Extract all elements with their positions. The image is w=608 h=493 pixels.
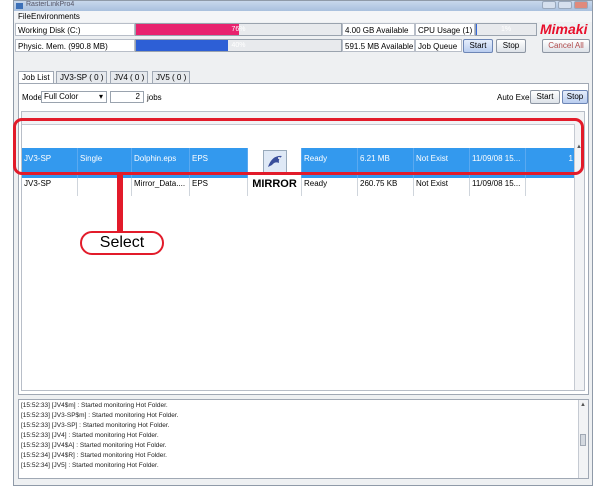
menu-environments[interactable]: Environments: [31, 12, 80, 21]
memory-usage-bar: 40%: [135, 39, 342, 52]
cell-type: [78, 178, 132, 196]
log-line: [15:52:33] [JV4$m] : Started monitoring …: [21, 402, 168, 409]
window-title: RasterLinkPro4: [26, 1, 75, 8]
memory-status-row: Physic. Mem. (990.8 MB) 40% 591.5 MB Ava…: [14, 39, 592, 54]
log-line: [15:52:34] [JV4$R] : Started monitoring …: [21, 452, 167, 459]
maximize-button[interactable]: [558, 1, 572, 9]
log-scrollbar[interactable]: ▲: [578, 400, 588, 478]
cell-size: 260.75 KB: [358, 178, 414, 196]
cpu-usage-label: CPU Usage (1): [415, 23, 475, 36]
mimaki-logo: Mimaki: [539, 21, 591, 37]
jobs-suffix: jobs: [147, 93, 162, 102]
cell-exist: Not Exist: [414, 178, 470, 196]
log-line: [15:52:33] [JV4] : Started monitoring Ho…: [21, 432, 159, 439]
menu-bar: File Environments: [14, 11, 592, 22]
log-scroll-thumb[interactable]: [580, 434, 586, 446]
working-disk-label: Working Disk (C:): [15, 23, 135, 36]
cpu-usage-bar: 1%: [475, 23, 537, 36]
log-line: [15:52:34] [JV5] : Started monitoring Ho…: [21, 462, 159, 469]
mode-value: Full Color: [44, 92, 79, 101]
annotation-connector: [117, 175, 123, 233]
mode-select[interactable]: Full Color ▾: [41, 91, 107, 103]
title-bar: RasterLinkPro4: [14, 1, 592, 11]
cell-file: Mirror_Data....: [132, 178, 190, 196]
cell-printer: JV3-SP: [22, 178, 78, 196]
job-queue-label: Job Queue: [415, 39, 462, 52]
disk-status-row: Working Disk (C:) 76% 4.00 GB Available …: [14, 21, 592, 38]
cancel-all-button[interactable]: Cancel All: [542, 39, 590, 53]
scroll-up-icon[interactable]: ▲: [580, 402, 586, 408]
chevron-down-icon: ▾: [98, 92, 103, 101]
auto-stop-button[interactable]: Stop: [562, 90, 588, 104]
tab-jv5[interactable]: JV5 ( 0 ): [152, 71, 191, 83]
disk-available: 4.00 GB Available: [342, 23, 415, 36]
cell-count: [526, 178, 577, 196]
minimize-button[interactable]: [542, 1, 556, 9]
cell-status: Ready: [302, 178, 358, 196]
close-button[interactable]: [574, 1, 588, 9]
auto-start-button[interactable]: Start: [530, 90, 560, 104]
log-panel: [15:52:33] [JV4$m] : Started monitoring …: [18, 399, 589, 479]
tab-jv4[interactable]: JV4 ( 0 ): [110, 71, 149, 83]
mode-label: Mode: [22, 93, 43, 102]
cpu-usage-percent: 1%: [500, 26, 512, 33]
memory-available: 591.5 MB Available: [342, 39, 415, 52]
table-row[interactable]: JV3-SP Mirror_Data.... EPS MIRROR Ready …: [22, 178, 577, 196]
log-line: [15:52:33] [JV3-SP] : Started monitoring…: [21, 422, 170, 429]
tab-jv3-sp[interactable]: JV3-SP ( 0 ): [56, 71, 108, 83]
logo-text: Mimaki: [540, 21, 589, 37]
cell-format: EPS: [190, 178, 248, 196]
queue-stop-button[interactable]: Stop: [496, 39, 526, 53]
annotation-label: Select: [80, 231, 164, 255]
menu-file[interactable]: File: [18, 12, 31, 21]
queue-start-button[interactable]: Start: [463, 39, 493, 53]
selection-highlight-annotation: [13, 118, 584, 175]
disk-usage-percent: 76%: [231, 26, 246, 33]
physical-memory-label: Physic. Mem. (990.8 MB): [15, 39, 135, 52]
memory-usage-percent: 40%: [231, 42, 246, 49]
app-icon: [16, 3, 23, 9]
disk-usage-bar: 76%: [135, 23, 342, 36]
cell-preview-mirror: MIRROR: [248, 178, 302, 196]
cell-date: 11/09/08 15...: [470, 178, 526, 196]
jobs-count-field[interactable]: 2: [110, 91, 144, 103]
log-line: [15:52:33] [JV4$A] : Started monitoring …: [21, 442, 167, 449]
log-line: [15:52:33] [JV3-SP$m] : Started monitori…: [21, 412, 179, 419]
